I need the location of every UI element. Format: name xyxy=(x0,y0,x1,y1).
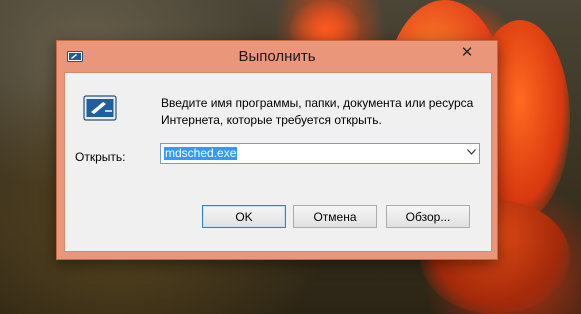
instruction-text: Введите имя программы, папки, документа … xyxy=(161,96,474,127)
dialog-body: Введите имя программы, папки, документа … xyxy=(64,72,492,252)
chevron-down-icon[interactable] xyxy=(467,147,476,158)
ok-button[interactable]: OK xyxy=(202,205,286,228)
run-dialog: Выполнить ✕ Введите имя программы, папки… xyxy=(56,40,498,260)
open-input-value[interactable]: mdsched.exe xyxy=(164,147,238,160)
open-combobox[interactable]: mdsched.exe xyxy=(160,143,480,164)
run-program-icon xyxy=(83,95,117,121)
window-title: Выполнить xyxy=(238,48,316,65)
title-bar[interactable]: Выполнить ✕ xyxy=(57,41,497,75)
cancel-button[interactable]: Отмена xyxy=(293,205,377,228)
close-button[interactable]: ✕ xyxy=(445,42,489,62)
close-icon: ✕ xyxy=(460,44,474,61)
browse-button[interactable]: Обзор... xyxy=(386,205,470,228)
open-label: Открыть: xyxy=(75,150,126,164)
